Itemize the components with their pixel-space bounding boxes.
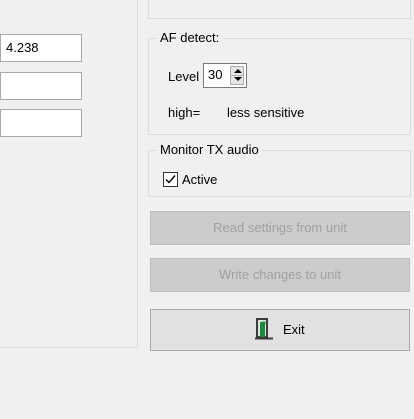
write-changes-button-label: Write changes to unit xyxy=(219,267,341,282)
af-detect-title: AF detect: xyxy=(157,31,223,45)
checkmark-icon xyxy=(165,175,176,184)
level-spinbox[interactable]: 30 xyxy=(203,63,247,88)
monitor-tx-audio-title: Monitor TX audio xyxy=(157,143,262,157)
exit-button[interactable]: Exit xyxy=(150,309,410,351)
exit-button-label: Exit xyxy=(282,322,305,337)
arrow-down-icon[interactable] xyxy=(234,77,242,81)
value-field-1[interactable]: 4.238 xyxy=(0,34,82,62)
top-group-box xyxy=(148,0,411,19)
value-field-1-text: 4.238 xyxy=(6,40,39,55)
monitor-tx-audio-group: Monitor TX audio Active xyxy=(148,143,411,197)
exit-door-icon xyxy=(255,317,274,340)
sensitivity-note-text: less sensitive xyxy=(227,105,305,120)
level-label: Level xyxy=(168,69,200,84)
level-value: 30 xyxy=(208,67,223,82)
value-field-2[interactable] xyxy=(0,72,82,100)
active-checkbox[interactable] xyxy=(163,172,178,187)
af-detect-group: AF detect: Level 30 high= less sensitive xyxy=(148,31,411,135)
level-spin-buttons[interactable] xyxy=(230,66,244,85)
read-settings-button[interactable]: Read settings from unit xyxy=(150,211,410,245)
sensitivity-note-prefix: high= xyxy=(168,105,201,120)
value-field-3[interactable] xyxy=(0,109,82,137)
left-panel: 4.238 xyxy=(0,0,138,348)
active-checkbox-label[interactable]: Active xyxy=(182,172,217,187)
write-changes-button[interactable]: Write changes to unit xyxy=(150,258,410,292)
read-settings-button-label: Read settings from unit xyxy=(213,220,347,235)
arrow-up-icon[interactable] xyxy=(234,69,242,73)
spin-separator xyxy=(231,75,243,76)
